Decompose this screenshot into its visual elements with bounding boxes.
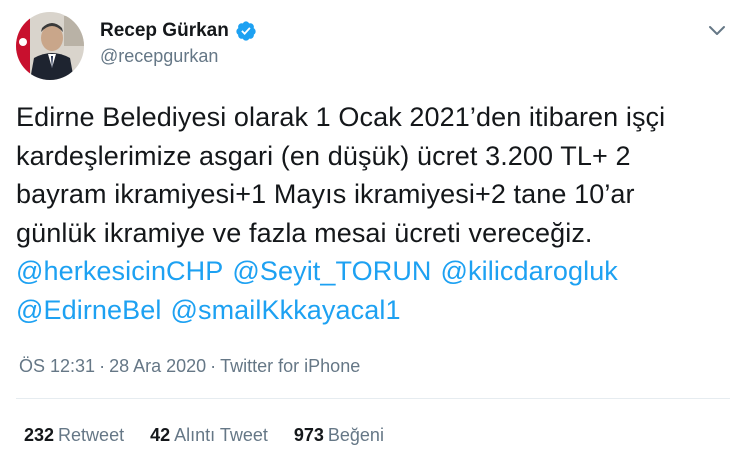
mention-link[interactable]: @kilicdarogluk (441, 256, 618, 286)
retweet-count[interactable]: 232 Retweet (24, 425, 124, 446)
divider (16, 398, 730, 399)
tweet-source[interactable]: Twitter for iPhone (220, 356, 360, 376)
tweet-card: Recep Gürkan @recepgurkan Edirne Belediy… (0, 0, 746, 461)
tweet-text: Edirne Belediyesi olarak 1 Ocak 2021’den… (16, 98, 730, 329)
tweet-text-line: günlük ikramiye ve fazla mesai ücreti ve… (16, 217, 593, 248)
tweet-time[interactable]: ÖS 12:31 (19, 356, 95, 376)
tweet-header: Recep Gürkan @recepgurkan (16, 12, 730, 80)
retweet-label: Retweet (58, 425, 125, 445)
tweet-text-line: Edirne Belediyesi olarak 1 Ocak 2021’den… (16, 102, 666, 132)
mention-link[interactable]: @herkesicinCHP (16, 256, 223, 286)
quote-tweet-count[interactable]: 42 Alıntı Tweet (150, 425, 268, 446)
like-number: 973 (293, 425, 324, 445)
display-name[interactable]: Recep Gürkan (100, 20, 229, 42)
mention-link[interactable]: @EdirneBel (16, 295, 161, 325)
retweet-number: 232 (24, 425, 55, 445)
tweet-meta: ÖS 12:31 · 28 Ara 2020 · Twitter for iPhone (19, 356, 360, 377)
tweet-text-line: kardeşlerimize asgari (en düşük) ücret 3… (16, 140, 631, 171)
mentions-line: @EdirneBel @smailKkkayacal1 (16, 291, 730, 330)
chevron-down-icon[interactable] (704, 20, 730, 42)
like-label: Beğeni (327, 425, 384, 445)
mention-link[interactable]: @smailKkkayacal1 (170, 295, 400, 325)
mention-link[interactable]: @Seyit_TORUN (232, 256, 431, 286)
tweet-stats: 232 Retweet 42 Alıntı Tweet 973 Beğeni (24, 425, 384, 446)
quote-label: Alıntı Tweet (174, 425, 268, 445)
tweet-date[interactable]: 28 Ara 2020 (109, 356, 206, 376)
quote-number: 42 (150, 425, 171, 445)
tweet-text-line: bayram ikramiyesi+1 Mayıs ikramiyesi+2 t… (16, 179, 635, 209)
verified-badge-icon (235, 20, 257, 42)
avatar[interactable] (16, 12, 84, 80)
meta-separator: · (210, 356, 217, 376)
like-count[interactable]: 973 Beğeni (294, 425, 384, 446)
meta-separator: · (99, 356, 106, 376)
mentions-line: @herkesicinCHP @Seyit_TORUN @kilicdarogluk (16, 252, 730, 291)
author-info: Recep Gürkan @recepgurkan (100, 20, 257, 67)
name-row: Recep Gürkan (100, 20, 257, 42)
user-handle[interactable]: @recepgurkan (100, 46, 257, 67)
